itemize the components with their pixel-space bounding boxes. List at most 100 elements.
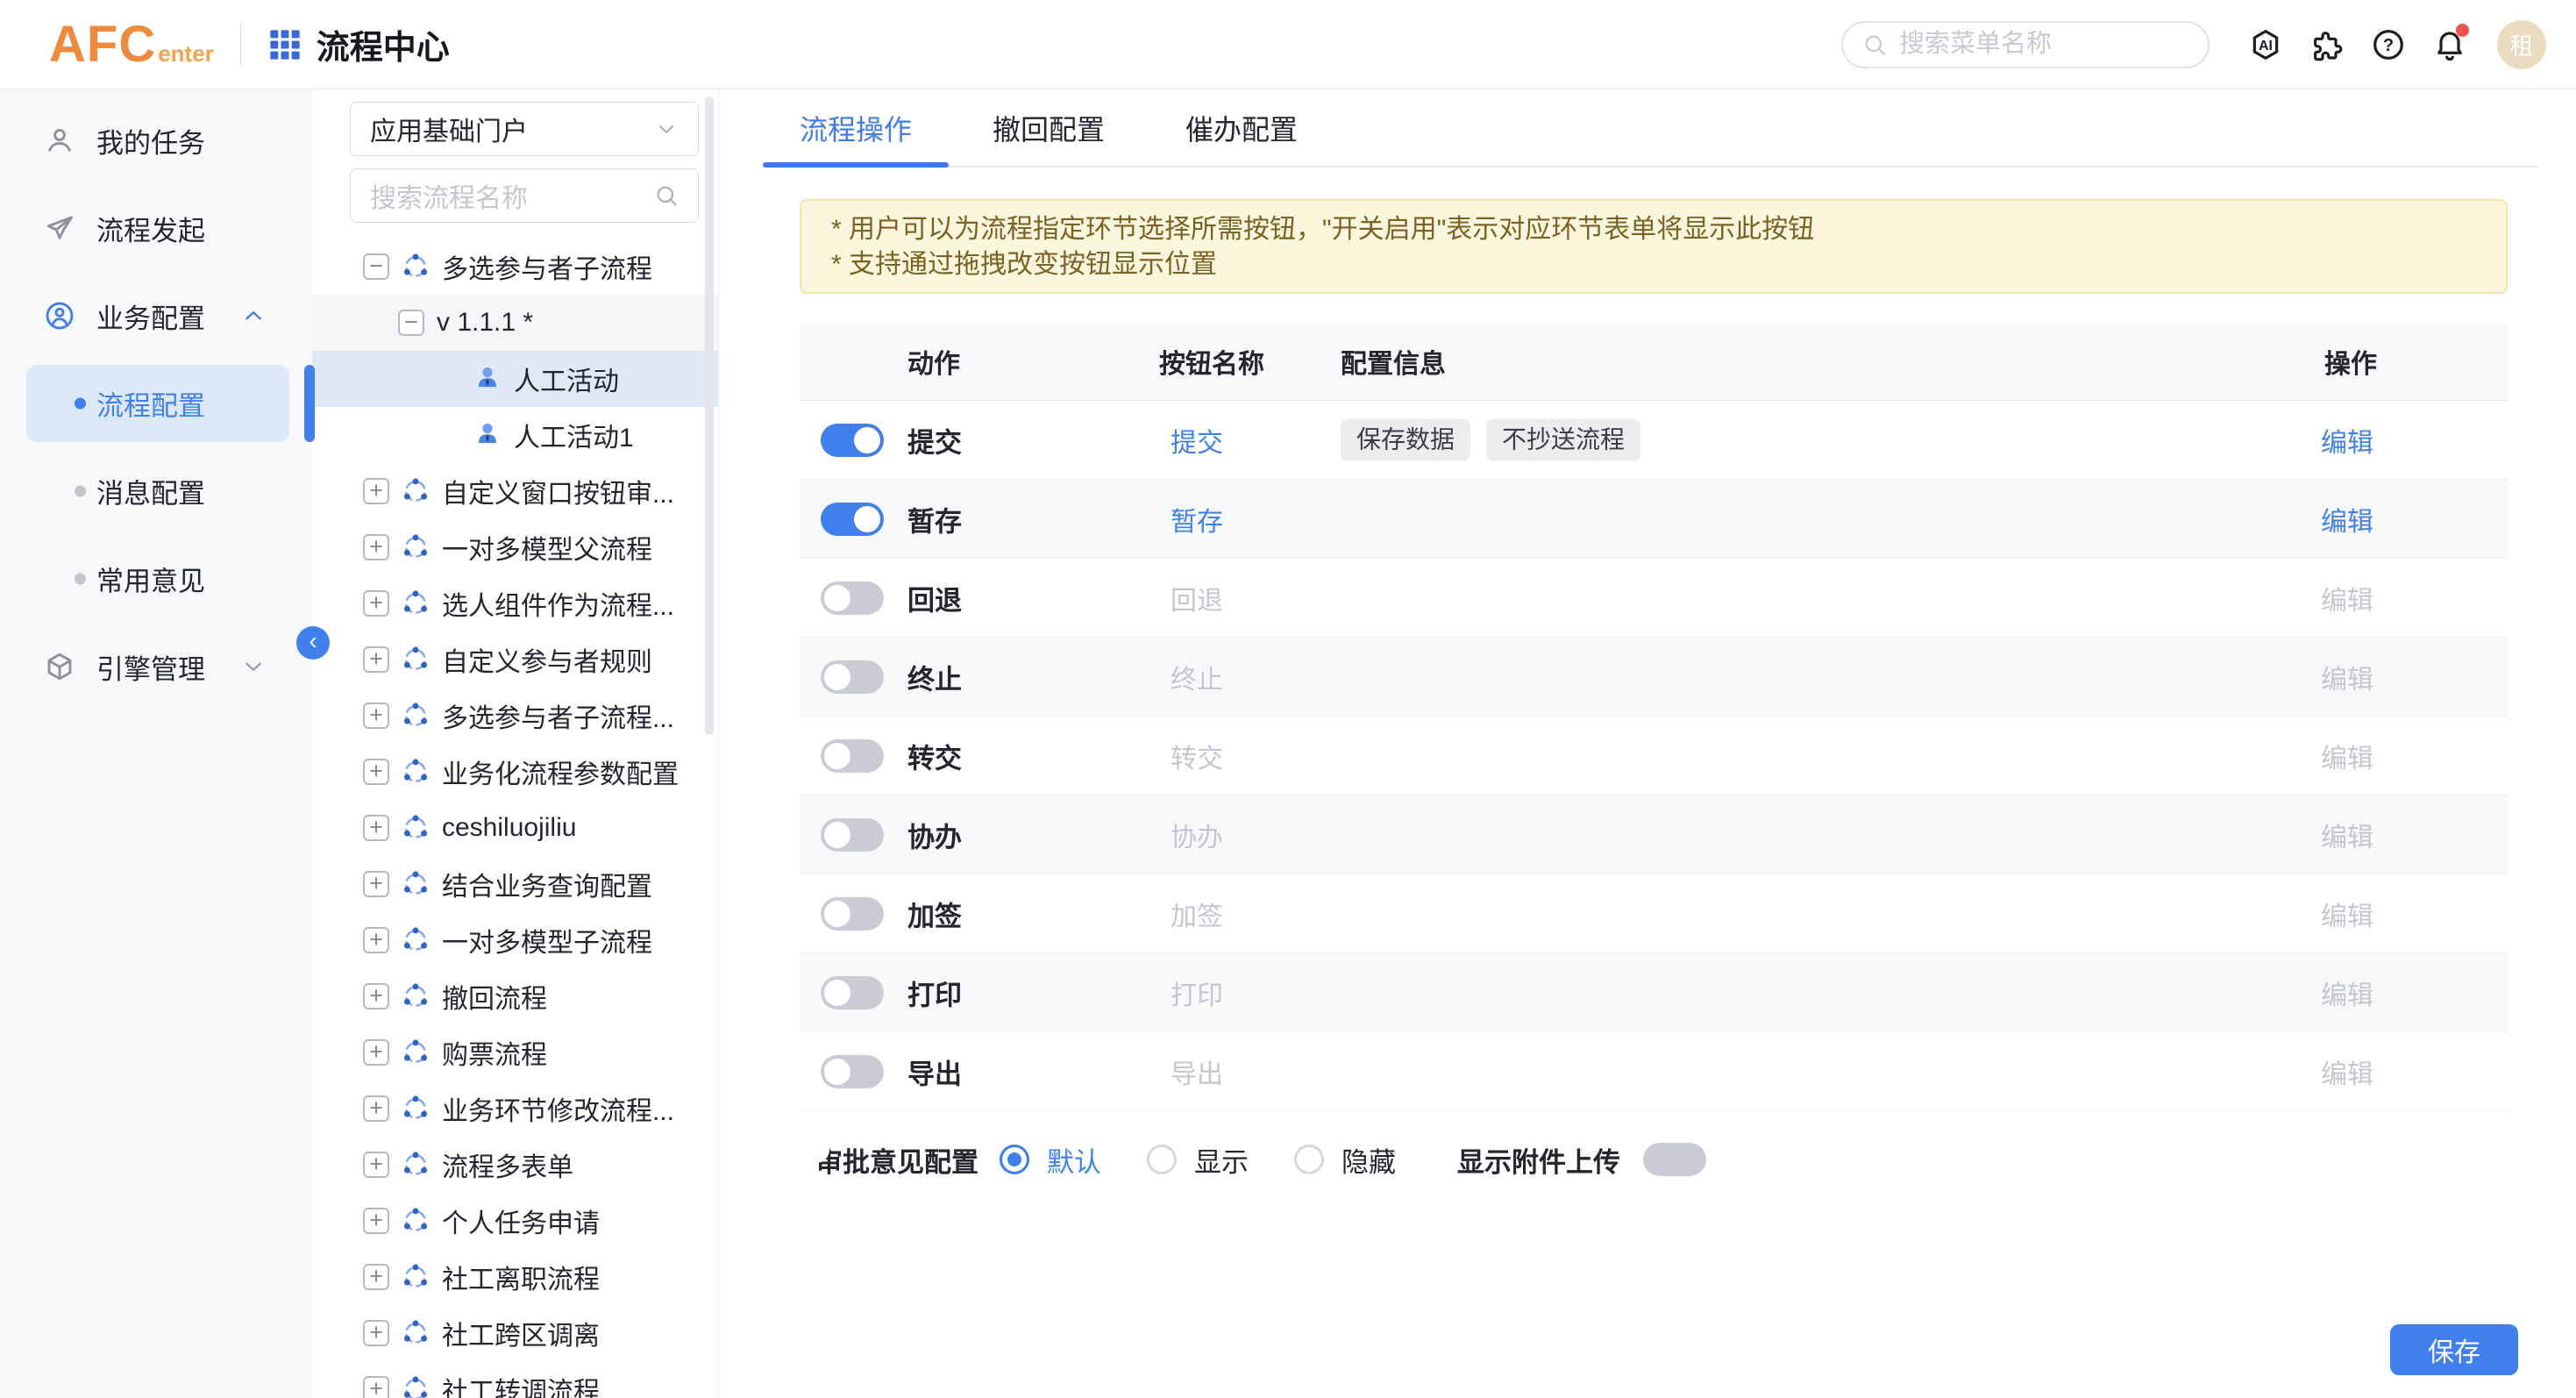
config-chip: 保存数据	[1341, 418, 1470, 461]
save-button[interactable]: 保存	[2390, 1324, 2518, 1375]
help-icon[interactable]: ?	[2371, 27, 2406, 62]
user-icon	[44, 125, 75, 156]
tree-node[interactable]: + 多选参与者子流程...	[312, 688, 718, 744]
menu-search-box[interactable]	[1841, 21, 2210, 68]
tree-expander-icon[interactable]: −	[398, 310, 424, 336]
process-tree-panel: 应用基础门户 搜索流程名称 − 多选参与者子流程 −	[312, 89, 719, 1398]
tree-node[interactable]: 人工活动	[312, 351, 718, 407]
action-toggle[interactable]	[821, 581, 884, 615]
tree-expander-icon[interactable]: +	[363, 759, 389, 785]
tree-node[interactable]: + 自定义窗口按钮审...	[312, 463, 718, 519]
tree-expander-icon[interactable]: +	[363, 871, 389, 897]
tree-expander-icon[interactable]: +	[363, 1039, 389, 1066]
tree-node-label: 人工活动1	[514, 416, 634, 454]
table-header: 动作 按钮名称 配置信息 操作	[800, 323, 2508, 401]
tree-scrollbar[interactable]	[705, 96, 714, 735]
action-toggle[interactable]	[821, 424, 884, 457]
app-select-value: 应用基础门户	[370, 110, 528, 148]
action-toggle[interactable]	[821, 897, 884, 931]
top-header: AFC enter 流程中心 AI ?	[0, 0, 2576, 89]
tree-node[interactable]: + ceshiluojiliu	[312, 800, 718, 856]
tree-node[interactable]: + 撤回流程	[312, 968, 718, 1024]
cube-icon	[44, 651, 75, 682]
action-toggle[interactable]	[821, 976, 884, 1009]
action-toggle[interactable]	[821, 660, 884, 694]
chevron-down-icon	[242, 655, 265, 678]
attachment-upload-toggle[interactable]	[1643, 1143, 1706, 1176]
tree-expander-icon[interactable]: +	[363, 1264, 389, 1290]
tree-expander-icon[interactable]: +	[363, 703, 389, 729]
tree-node[interactable]: 人工活动1	[312, 407, 718, 463]
action-toggle[interactable]	[821, 818, 884, 852]
tree-expander-icon[interactable]: +	[363, 1152, 389, 1178]
action-toggle[interactable]	[821, 739, 884, 773]
process-icon	[402, 646, 430, 674]
action-toggle[interactable]	[821, 1055, 884, 1088]
tab-process-operation[interactable]: 流程操作	[763, 89, 949, 166]
sidebar-item-process-config[interactable]: 流程配置	[0, 360, 312, 447]
notifications-button[interactable]	[2432, 27, 2467, 62]
tree-node[interactable]: + 社工离职流程	[312, 1249, 718, 1305]
tree-expander-icon[interactable]: +	[363, 1095, 389, 1122]
page-title: 流程中心	[317, 20, 450, 68]
tree-expander-icon[interactable]: +	[363, 534, 389, 560]
tree-node[interactable]: + 社工转调流程	[312, 1361, 718, 1398]
tree-expander-icon[interactable]: +	[363, 1320, 389, 1346]
avatar[interactable]: 租	[2497, 20, 2546, 69]
process-search-box[interactable]: 搜索流程名称	[350, 168, 699, 223]
tree-expander-icon[interactable]: +	[363, 815, 389, 841]
tree-expander-icon[interactable]: +	[363, 1208, 389, 1234]
menu-search-input[interactable]	[1899, 30, 2188, 59]
tree-node[interactable]: + 自定义参与者规则	[312, 631, 718, 688]
tree-expander-icon[interactable]: −	[363, 253, 389, 280]
tree-node[interactable]: + 业务化流程参数配置	[312, 744, 718, 800]
tree-expander-icon[interactable]: +	[363, 590, 389, 617]
notice-line: * 支持通过拖拽改变按钮显示位置	[831, 247, 2476, 282]
sidebar-item-message-config[interactable]: 消息配置	[0, 447, 312, 535]
tree-node[interactable]: + 选人组件作为流程...	[312, 575, 718, 631]
tree-expander-icon[interactable]: +	[363, 1376, 389, 1398]
table-row: 暂存 暂存 编辑	[800, 480, 2508, 559]
tree-node[interactable]: + 流程多表单	[312, 1137, 718, 1193]
tree-node[interactable]: + 购票流程	[312, 1024, 718, 1081]
sidebar-item-engine-management[interactable]: 引擎管理	[0, 623, 312, 710]
tree-node[interactable]: + 业务环节修改流程...	[312, 1081, 718, 1137]
main-content: 流程操作 撤回配置 催办配置 * 用户可以为流程指定环节选择所需按钮，"开关启用…	[719, 89, 2576, 1398]
table-row: 回退 回退 编辑	[800, 559, 2508, 638]
sidebar-item-common-opinions[interactable]: 常用意见	[0, 535, 312, 623]
radio-show[interactable]: 显示	[1147, 1140, 1249, 1180]
sidebar-item-business-config[interactable]: 业务配置	[0, 272, 312, 360]
sidebar-collapse-button[interactable]: ‹	[296, 626, 330, 660]
tree-node[interactable]: + 社工跨区调离	[312, 1305, 718, 1361]
sidebar-item-my-tasks[interactable]: 我的任务	[0, 96, 312, 184]
table-row: 终止 终止 编辑	[800, 638, 2508, 717]
edit-link[interactable]: 编辑	[2321, 421, 2373, 460]
tree-expander-icon[interactable]: +	[363, 478, 389, 504]
tree-node[interactable]: − 多选参与者子流程	[312, 239, 718, 295]
tab-withdraw-config[interactable]: 撤回配置	[956, 89, 1142, 166]
tree-expander-icon[interactable]: +	[363, 983, 389, 1009]
tree-node[interactable]: + 结合业务查询配置	[312, 856, 718, 912]
button-name: 导出	[1171, 1052, 1223, 1091]
radio-default[interactable]: 默认	[1000, 1140, 1101, 1180]
edit-link[interactable]: 编辑	[2321, 500, 2373, 539]
tab-urge-config[interactable]: 催办配置	[1149, 89, 1334, 166]
plugin-icon[interactable]	[2309, 27, 2345, 62]
app-select[interactable]: 应用基础门户	[350, 102, 699, 156]
radio-hide[interactable]: 隐藏	[1294, 1140, 1396, 1180]
ai-assistant-icon[interactable]: AI	[2248, 27, 2283, 62]
tree-node[interactable]: + 一对多模型子流程	[312, 912, 718, 968]
action-label: 终止	[907, 657, 962, 696]
tree-node[interactable]: + 个人任务申请	[312, 1193, 718, 1249]
action-toggle[interactable]	[821, 503, 884, 536]
tree-expander-icon[interactable]: +	[363, 927, 389, 953]
tree-node-label: 社工离职流程	[442, 1258, 600, 1296]
table-row: 提交 提交 保存数据不抄送流程 编辑	[800, 401, 2508, 480]
tree-node-label: 业务化流程参数配置	[442, 752, 679, 791]
edit-link: 编辑	[2321, 816, 2373, 854]
sidebar-item-process-start[interactable]: 流程发起	[0, 184, 312, 272]
tree-node[interactable]: − v 1.1.1 *	[312, 295, 718, 351]
tree-expander-icon[interactable]: +	[363, 646, 389, 673]
tree-node-label: 多选参与者子流程...	[442, 696, 674, 735]
tree-node[interactable]: + 一对多模型父流程	[312, 519, 718, 575]
